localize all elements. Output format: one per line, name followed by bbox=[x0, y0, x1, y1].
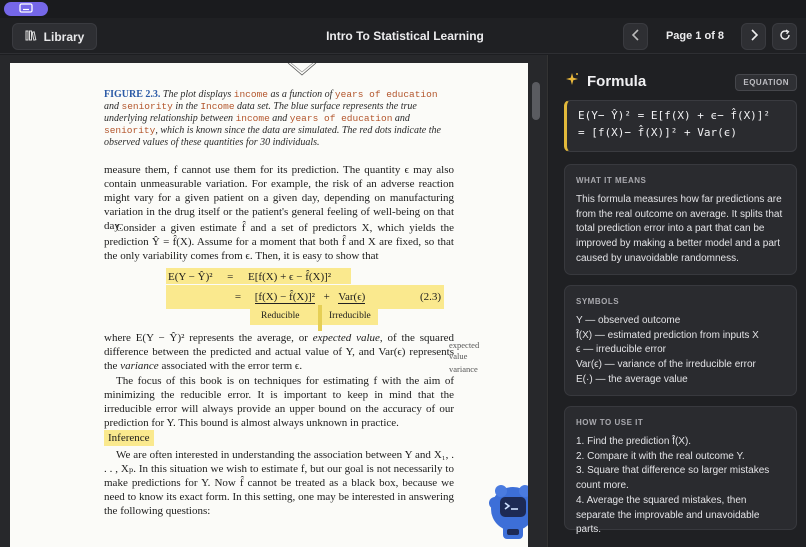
howto-card: HOW TO USE IT 1. Find the prediction f̂(… bbox=[564, 406, 797, 535]
symbols-label: SYMBOLS bbox=[576, 297, 620, 306]
page-indicator: Page 1 of 8 bbox=[665, 30, 725, 42]
chevron-left-icon bbox=[631, 28, 641, 46]
symbol-item: E(·) — the average value bbox=[576, 373, 688, 385]
panel-title: Formula bbox=[587, 72, 647, 90]
highlight-marker bbox=[318, 305, 322, 331]
assistant-mascot-icon[interactable] bbox=[486, 481, 528, 545]
meaning-text: This formula measures how far prediction… bbox=[576, 194, 783, 264]
symbol-item: f̂(X) — estimated prediction from inputs… bbox=[576, 329, 759, 341]
chevron-right-icon bbox=[749, 28, 759, 46]
figure-label: FIGURE 2.3. bbox=[104, 89, 161, 100]
howto-list: 1. Find the prediction f̂(X). 2. Compare… bbox=[576, 435, 785, 538]
paragraph-3: where E(Y − Ŷ)² represents the average, … bbox=[104, 332, 454, 372]
symbols-card: SYMBOLS Y — observed outcome f̂(X) — est… bbox=[564, 285, 797, 396]
meaning-card: WHAT IT MEANS This formula measures how … bbox=[564, 164, 797, 275]
paragraph-4: The focus of this book is on techniques … bbox=[104, 375, 454, 429]
formula-line-1: E(Y− Ŷ)² = E[f(X) + ϵ− f̂(X)]² bbox=[578, 109, 771, 122]
next-page-button[interactable] bbox=[741, 23, 766, 50]
symbol-item: ϵ — irreducible error bbox=[576, 344, 666, 356]
refresh-button[interactable] bbox=[772, 23, 797, 50]
document-viewer[interactable]: FIGURE 2.3. The plot displays income as … bbox=[0, 55, 548, 547]
figure-fragment bbox=[287, 63, 317, 76]
formula-line-2: = [f(X)− f̂(X)]² + Var(ϵ) bbox=[578, 126, 737, 139]
document-scrollbar[interactable] bbox=[532, 82, 540, 120]
panel-header: Formula EQUATION bbox=[565, 69, 797, 93]
prev-page-button[interactable] bbox=[623, 23, 648, 50]
equation-line-1: E(Y − Ŷ)² = E[f(X) + ϵ − f̂(X)]² bbox=[168, 271, 332, 283]
window-top-strip bbox=[0, 0, 806, 18]
howto-step: 4. Average the squared mistakes, then se… bbox=[576, 494, 760, 536]
symbol-item: Var(ϵ) — variance of the irreducible err… bbox=[576, 359, 756, 371]
formula-card: E(Y− Ŷ)² = E[f(X) + ϵ− f̂(X)]² = [f(X)− … bbox=[564, 100, 797, 152]
window-icon bbox=[19, 0, 33, 18]
howto-step: 3. Square that difference so larger mist… bbox=[576, 465, 770, 492]
document-page: FIGURE 2.3. The plot displays income as … bbox=[10, 63, 528, 547]
meaning-label: WHAT IT MEANS bbox=[576, 176, 647, 185]
refresh-icon bbox=[779, 28, 791, 46]
window-badge[interactable] bbox=[4, 2, 48, 16]
figure-caption: FIGURE 2.3. The plot displays income as … bbox=[104, 89, 441, 148]
symbols-list: Y — observed outcome f̂(X) — estimated p… bbox=[576, 314, 785, 388]
equation-tag: EQUATION bbox=[735, 74, 797, 91]
howto-step: 1. Find the prediction f̂(X). bbox=[576, 436, 692, 447]
library-icon bbox=[25, 30, 37, 44]
paragraph-2: Consider a given estimate f̂ and a set o… bbox=[104, 222, 454, 262]
margin-note-expected-value: expected value bbox=[449, 340, 480, 361]
formula-panel: Formula EQUATION E(Y− Ŷ)² = E[f(X) + ϵ− … bbox=[549, 55, 806, 547]
library-label: Library bbox=[43, 29, 85, 44]
section-heading-inference: Inference bbox=[104, 430, 154, 446]
app-header: Library Intro To Statistical Learning Pa… bbox=[0, 18, 806, 54]
library-button[interactable]: Library bbox=[12, 23, 97, 50]
equation-number: (2.3) bbox=[420, 291, 442, 303]
paragraph-5: We are often interested in understanding… bbox=[104, 449, 454, 517]
howto-label: HOW TO USE IT bbox=[576, 418, 644, 427]
reducible-label: Reducible bbox=[261, 311, 300, 321]
irreducible-label: Irreducible bbox=[329, 311, 371, 321]
document-title: Intro To Statistical Learning bbox=[326, 29, 484, 43]
symbol-item: Y — observed outcome bbox=[576, 315, 681, 326]
equation-line-2: = [f(X) − f̂(X)]² + Var(ϵ) bbox=[234, 291, 366, 304]
sparkle-icon bbox=[565, 72, 579, 91]
howto-step: 2. Compare it with the real outcome Y. bbox=[576, 450, 745, 462]
